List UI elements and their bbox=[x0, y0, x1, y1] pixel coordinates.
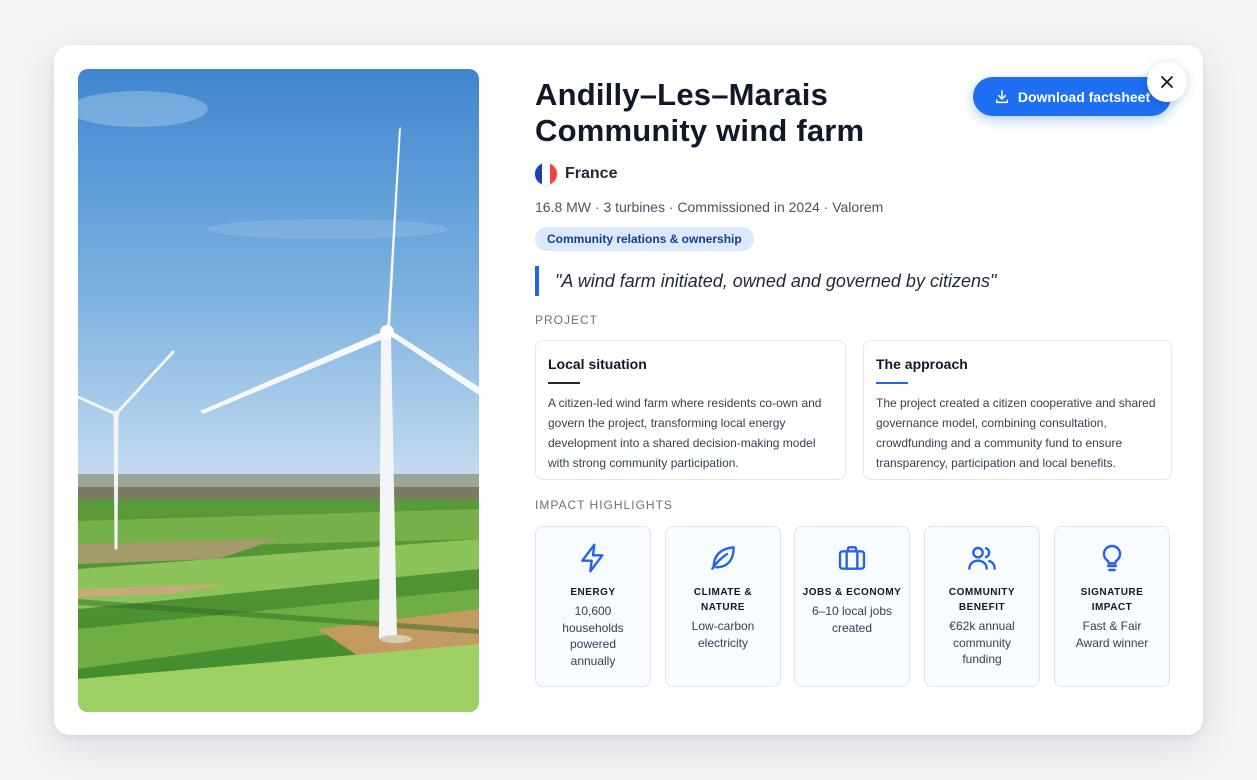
page-title: Andilly–Les–Marais Community wind farm bbox=[535, 77, 915, 149]
card-divider bbox=[548, 382, 580, 384]
impact-tile-energy: ENERGY 10,600 households powered annuall… bbox=[535, 526, 651, 687]
lightning-icon bbox=[581, 543, 604, 573]
tile-text: 10,600 households powered annually bbox=[562, 604, 624, 668]
tile-title: COMMUNITY BENEFIT bbox=[948, 587, 1016, 613]
download-factsheet-button[interactable]: Download factsheet bbox=[973, 77, 1171, 116]
local-situation-card: Local situation A citizen-led wind farm … bbox=[535, 340, 846, 480]
tile-text: Fast & Fair Award winner bbox=[1075, 619, 1149, 650]
download-icon bbox=[995, 89, 1008, 103]
tile-title: ENERGY bbox=[570, 587, 616, 598]
wind-farm-photo bbox=[78, 69, 479, 712]
card-text: The project created a citizen cooperativ… bbox=[876, 396, 1156, 470]
leaf-icon bbox=[711, 546, 735, 570]
close-icon bbox=[1161, 76, 1173, 88]
tile-text: Low-carbon electricity bbox=[691, 619, 755, 650]
tile-title: SIGNATURE IMPACT bbox=[1080, 587, 1144, 613]
project-quote: "A wind farm initiated, owned and govern… bbox=[535, 266, 996, 296]
impact-tile-jobs: JOBS & ECONOMY 6–10 local jobs created bbox=[794, 526, 910, 687]
download-label: Download factsheet bbox=[1017, 88, 1151, 105]
card-text: A citizen-led wind farm where residents … bbox=[548, 396, 822, 470]
approach-card: The approach The project created a citiz… bbox=[863, 340, 1172, 480]
project-section-label: PROJECT bbox=[535, 313, 599, 327]
tile-text: 6–10 local jobs created bbox=[811, 604, 893, 635]
close-button[interactable] bbox=[1147, 62, 1187, 102]
lightbulb-icon bbox=[1102, 544, 1122, 572]
card-title: Local situation bbox=[548, 356, 647, 372]
category-tag: Community relations & ownership bbox=[535, 227, 754, 251]
title-line-2: Community wind farm bbox=[535, 113, 865, 148]
tile-text: €62k annual community funding bbox=[949, 619, 1015, 666]
content-panel: Andilly–Les–Marais Community wind farm F… bbox=[535, 45, 1203, 735]
tile-title: CLIMATE & NATURE bbox=[693, 587, 753, 613]
country-name: France bbox=[565, 165, 618, 182]
users-icon bbox=[968, 546, 996, 570]
card-title: The approach bbox=[876, 356, 968, 372]
france-flag-icon bbox=[535, 163, 557, 185]
card-divider bbox=[876, 382, 908, 384]
impact-section-label: IMPACT HIGHLIGHTS bbox=[535, 498, 673, 512]
title-line-1: Andilly–Les–Marais bbox=[535, 77, 829, 112]
country-row: France bbox=[535, 163, 617, 185]
project-meta: 16.8 MW · 3 turbines · Commissioned in 2… bbox=[535, 199, 884, 215]
briefcase-icon bbox=[838, 546, 866, 570]
impact-tile-signature: SIGNATURE IMPACT Fast & Fair Award winne… bbox=[1054, 526, 1170, 687]
project-modal: Andilly–Les–Marais Community wind farm F… bbox=[54, 45, 1203, 735]
impact-tile-community: COMMUNITY BENEFIT €62k annual community … bbox=[924, 526, 1040, 687]
impact-tile-climate: CLIMATE & NATURE Low-carbon electricity bbox=[665, 526, 781, 687]
tile-title: JOBS & ECONOMY bbox=[802, 587, 902, 598]
